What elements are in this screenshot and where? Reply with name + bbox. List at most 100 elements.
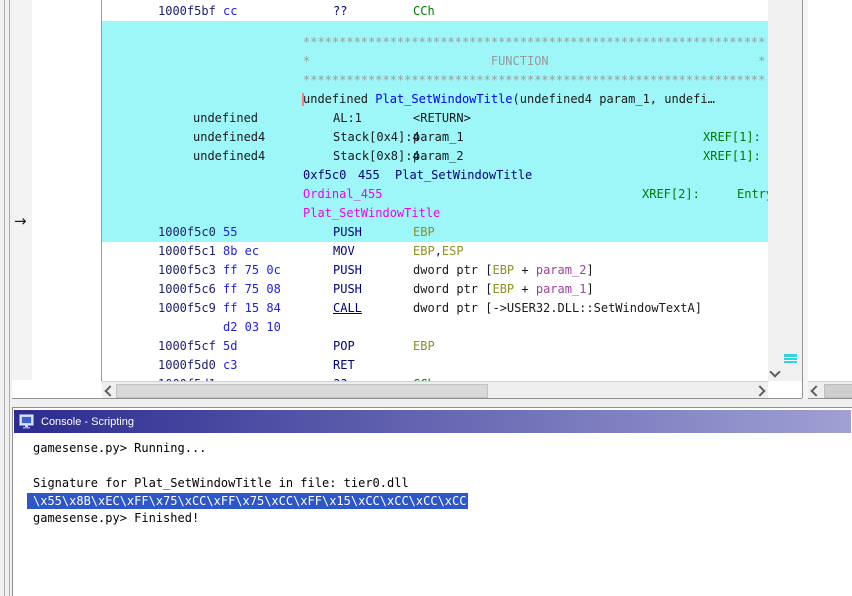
listing-token[interactable]: CALL	[333, 301, 362, 315]
listing-token[interactable]: EBP	[413, 244, 435, 258]
selection-marker-icon[interactable]	[784, 354, 797, 363]
vertical-scrollbar[interactable]	[768, 0, 782, 381]
listing-token[interactable]: dword ptr [	[413, 263, 492, 277]
listing-token[interactable]: 1000f5d0	[158, 358, 216, 372]
listing-token[interactable]: Stack[0x8]:4	[333, 149, 420, 163]
console-line[interactable]: gamesense.py> Running...	[14, 440, 851, 458]
listing-token[interactable]: ****************************************…	[303, 35, 765, 49]
listing-token[interactable]: PUSH	[333, 263, 362, 277]
horizontal-scrollbar[interactable]	[808, 381, 852, 398]
listing-token[interactable]: undefined	[303, 92, 375, 106]
listing-token[interactable]: Plat_SetWindowTitle	[395, 168, 532, 182]
listing-row[interactable]: 1000f5d0 c3 RET	[12, 356, 802, 375]
listing-token[interactable]: 55	[223, 225, 237, 239]
listing-token[interactable]: PUSH	[333, 282, 362, 296]
listing-token[interactable]: 1000f5cf	[158, 339, 216, 353]
listing-token[interactable]: XREF[1]:	[703, 130, 761, 144]
horizontal-scrollbar[interactable]	[102, 381, 768, 398]
listing-row[interactable]: 1000f5c6 ff 75 08 PUSH dword ptr [EBP + par…	[12, 280, 802, 299]
console-output[interactable]: gamesense.py> Running... Signature for Pl…	[14, 433, 851, 596]
listing-token[interactable]: XREF[2]:	[642, 187, 700, 201]
listing-row[interactable]: ****************************************…	[12, 33, 802, 52]
console-line[interactable]: gamesense.py> Finished!	[14, 510, 851, 528]
listing-token[interactable]: <RETURN>	[413, 111, 471, 125]
scroll-left-icon[interactable]	[104, 385, 116, 397]
console-titlebar[interactable]: Console - Scripting	[14, 409, 851, 433]
listing-token[interactable]: 1000f5c1	[158, 244, 216, 258]
selected-signature-text[interactable]: \x55\x8B\xEC\xFF\x75\xCC\xFF\x75\xCC\xFF…	[27, 492, 469, 509]
listing-token[interactable]: PUSH	[333, 225, 362, 239]
console-line[interactable]: \x55\x8B\xEC\xFF\x75\xCC\xFF\x75\xCC\xFF…	[14, 492, 851, 511]
listing-token[interactable]: (undefined4 param_1, undefi…	[513, 92, 715, 106]
listing-token[interactable]: param_1	[536, 282, 587, 296]
listing-token[interactable]: 5d	[223, 339, 237, 353]
listing-token[interactable]: d2 03 10	[223, 320, 281, 334]
listing-token[interactable]: +	[514, 282, 536, 296]
listing-row[interactable]: ****************************************…	[12, 71, 802, 90]
listing-token[interactable]: ff 75 0c	[223, 263, 281, 277]
listing-row[interactable]: Ordinal_455 XREF[2]: Entry	[12, 185, 802, 204]
listing-token[interactable]: undefined4	[193, 149, 265, 163]
listing-row[interactable]: * FUNCTION *	[12, 52, 802, 71]
listing-token[interactable]: EBP	[413, 339, 435, 353]
listing-token[interactable]: cc	[223, 4, 237, 18]
listing-token[interactable]: param_1	[413, 130, 464, 144]
listing-token[interactable]: 1000f5c6	[158, 282, 216, 296]
listing-token[interactable]: Ordinal_455	[303, 187, 382, 201]
listing-token[interactable]: EBP	[413, 225, 435, 239]
listing-token[interactable]: ]	[586, 282, 593, 296]
listing-token[interactable]: c3	[223, 358, 237, 372]
scroll-down-icon[interactable]	[769, 366, 781, 378]
console-line[interactable]	[14, 458, 851, 476]
listing-row[interactable]: 1000f5c0 55 PUSH EBP	[12, 223, 802, 242]
listing-token[interactable]: ]	[586, 263, 593, 277]
scroll-left-icon[interactable]	[810, 385, 822, 397]
listing-token[interactable]: param_2	[536, 263, 587, 277]
listing-row[interactable]: 1000f5bf cc?? CCh	[12, 2, 802, 21]
listing-token[interactable]: XREF[1]:	[703, 149, 761, 163]
listing-row[interactable]: undefined4 Stack[0x4]:4 param_1 XREF[1]:	[12, 128, 802, 147]
listing-token[interactable]: undefined	[193, 111, 258, 125]
scrollbar-thumb[interactable]	[116, 384, 488, 398]
listing-row[interactable]: undefined Plat_SetWindowTitle(undefined4…	[12, 90, 802, 109]
listing-token[interactable]: ****************************************…	[303, 73, 765, 87]
listing-token[interactable]: +	[514, 263, 536, 277]
listing-token[interactable]: Plat_SetWindowTitle	[303, 206, 440, 220]
listing-token[interactable]: 1000f5bf	[158, 4, 216, 18]
listing-token[interactable]: * FUNCTION *	[303, 54, 765, 68]
listing-token[interactable]: ,	[435, 244, 442, 258]
listing-token[interactable]: dword ptr [->USER32.DLL::SetWindowTextA]	[413, 301, 702, 315]
listing-token[interactable]: 0xf5c0	[303, 168, 346, 182]
listing-token[interactable]: ff 75 08	[223, 282, 281, 296]
scrollbar-thumb[interactable]	[824, 384, 852, 398]
listing-token[interactable]: AL:1	[333, 111, 362, 125]
listing-token[interactable]: Plat_SetWindowTitle	[375, 92, 512, 106]
listing-token[interactable]: undefined4	[193, 130, 265, 144]
listing-token[interactable]: CCh	[413, 4, 435, 18]
listing-token[interactable]: 1000f5c3	[158, 263, 216, 277]
listing-token[interactable]: ESP	[442, 244, 464, 258]
listing-token[interactable]: ff 15 84	[223, 301, 281, 315]
listing-token[interactable]: param_2	[413, 149, 464, 163]
listing-token[interactable]: 1000f5c9	[158, 301, 216, 315]
listing-token[interactable]: 8b ec	[223, 244, 259, 258]
listing-token[interactable]: EBP	[492, 263, 514, 277]
listing-token[interactable]: ??	[333, 4, 347, 18]
listing-row[interactable]: 1000f5c9 ff 15 84 CALL dword ptr [->USER32.…	[12, 299, 802, 318]
listing-row[interactable]: 0xf5c0 455 Plat_SetWindowTitle	[12, 166, 802, 185]
console-line[interactable]: Signature for Plat_SetWindowTitle in fil…	[14, 475, 851, 493]
marker-margin[interactable]	[782, 0, 802, 381]
listing-token[interactable]: dword ptr [	[413, 282, 492, 296]
listing-token[interactable]: EBP	[492, 282, 514, 296]
listing-row[interactable]: 1000f5c1 8b ec MOV EBP,ESP	[12, 242, 802, 261]
listing-token[interactable]: MOV	[333, 244, 355, 258]
listing-token[interactable]: 1000f5c0	[158, 225, 216, 239]
scroll-right-icon[interactable]	[754, 385, 766, 397]
listing-token[interactable]: Stack[0x4]:4	[333, 130, 420, 144]
listing-row[interactable]: undefined4 Stack[0x8]:4 param_2 XREF[1]:	[12, 147, 802, 166]
listing-row[interactable]: undefined AL:1 <RETURN>	[12, 109, 802, 128]
listing-token[interactable]: POP	[333, 339, 355, 353]
listing-row[interactable]: 1000f5cf 5d POP EBP	[12, 337, 802, 356]
listing-token[interactable]: RET	[333, 358, 355, 372]
listing-row[interactable]: 1000f5c3 ff 75 0c PUSH dword ptr [EBP + par…	[12, 261, 802, 280]
